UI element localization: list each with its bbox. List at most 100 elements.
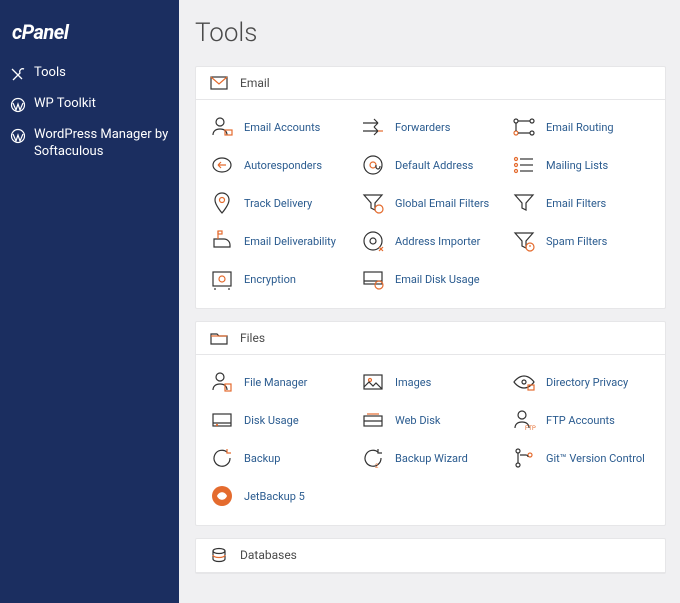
funnel-icon — [512, 191, 536, 215]
mailbox-icon — [210, 229, 234, 253]
tile-jetbackup[interactable]: JetBackup 5 — [206, 477, 353, 515]
tile-track-delivery[interactable]: Track Delivery — [206, 184, 353, 222]
tile-git-version-control[interactable]: Git™ Version Control — [508, 439, 655, 477]
sidebar-item-label: WordPress Manager by Softaculous — [34, 127, 169, 161]
tile-label: Email Routing — [546, 121, 614, 134]
git-branch-icon — [512, 446, 536, 470]
tile-email-filters[interactable]: Email Filters — [508, 184, 655, 222]
sidebar-item-tools[interactable]: Tools — [0, 58, 179, 89]
eye-lock-icon — [512, 370, 536, 394]
circular-arrow-icon — [210, 446, 234, 470]
tile-directory-privacy[interactable]: Directory Privacy — [508, 363, 655, 401]
tile-spam-filters[interactable]: Spam Filters — [508, 222, 655, 260]
list-icon — [512, 153, 536, 177]
tile-disk-usage[interactable]: Disk Usage — [206, 401, 353, 439]
main-content: Tools Email Email Accounts — [179, 0, 680, 603]
wordpress-icon — [10, 97, 26, 113]
tile-email-routing[interactable]: Email Routing — [508, 108, 655, 146]
svg-text:FTP: FTP — [525, 425, 536, 432]
tile-label: Mailing Lists — [546, 159, 608, 172]
at-icon — [361, 153, 385, 177]
tile-label: Spam Filters — [546, 235, 607, 248]
panel-databases: Databases — [195, 538, 666, 574]
user-file-icon — [210, 370, 234, 394]
tile-label: Email Accounts — [244, 121, 320, 134]
sidebar-item-label: Tools — [34, 65, 66, 82]
pin-icon — [210, 191, 234, 215]
sidebar-item-wordpress-manager[interactable]: WordPress Manager by Softaculous — [0, 120, 179, 168]
tile-label: Autoresponders — [244, 159, 322, 172]
tile-label: Images — [395, 376, 431, 389]
tile-encryption[interactable]: Encryption — [206, 260, 353, 298]
tile-label: Email Filters — [546, 197, 606, 210]
tile-autoresponders[interactable]: Autoresponders — [206, 146, 353, 184]
safe-icon — [210, 267, 234, 291]
brand-logo: cPanel — [0, 8, 179, 58]
tile-backup-wizard[interactable]: 2 Backup Wizard — [357, 439, 504, 477]
tile-ftp-accounts[interactable]: FTP FTP Accounts — [508, 401, 655, 439]
tile-email-disk-usage[interactable]: Email Disk Usage — [357, 260, 504, 298]
tile-label: Directory Privacy — [546, 376, 628, 389]
sidebar-item-wp-toolkit[interactable]: WP Toolkit — [0, 89, 179, 120]
funnel-globe-icon — [361, 191, 385, 215]
sidebar: cPanel Tools WP Toolkit WordPress Manage… — [0, 0, 179, 603]
funnel-warn-icon — [512, 229, 536, 253]
tile-label: Global Email Filters — [395, 197, 489, 210]
tile-web-disk[interactable]: Web Disk — [357, 401, 504, 439]
tile-label: Forwarders — [395, 121, 450, 134]
reply-icon — [210, 153, 234, 177]
panel-title: Files — [240, 331, 265, 345]
jetbackup-icon — [210, 484, 234, 508]
tile-label: Email Disk Usage — [395, 273, 480, 286]
arrows-icon — [361, 115, 385, 139]
tile-backup[interactable]: Backup — [206, 439, 353, 477]
tools-icon — [10, 66, 26, 82]
disk-clock-icon — [361, 267, 385, 291]
tile-file-manager[interactable]: File Manager — [206, 363, 353, 401]
tile-label: Disk Usage — [244, 414, 299, 427]
disk-icon — [210, 408, 234, 432]
ftp-icon: FTP — [512, 408, 536, 432]
page-title: Tools — [195, 18, 666, 48]
tile-label: Email Deliverability — [244, 235, 336, 248]
panel-title: Databases — [240, 548, 297, 562]
wordpress-icon — [10, 128, 26, 144]
panel-email-header[interactable]: Email — [196, 67, 665, 100]
panel-files-body: File Manager Images Directory Privacy Di… — [196, 355, 665, 525]
tile-label: Encryption — [244, 273, 296, 286]
tile-label: Track Delivery — [244, 197, 312, 210]
panel-databases-header[interactable]: Databases — [196, 539, 665, 573]
routing-icon — [512, 115, 536, 139]
tile-email-accounts[interactable]: Email Accounts — [206, 108, 353, 146]
tile-mailing-lists[interactable]: Mailing Lists — [508, 146, 655, 184]
tile-label: Backup — [244, 452, 280, 465]
panel-files-header[interactable]: Files — [196, 322, 665, 355]
user-icon — [210, 115, 234, 139]
tile-label: Address Importer — [395, 235, 480, 248]
database-icon — [210, 548, 228, 562]
folder-icon — [210, 331, 228, 345]
tile-images[interactable]: Images — [357, 363, 504, 401]
tile-email-deliverability[interactable]: Email Deliverability — [206, 222, 353, 260]
tile-forwarders[interactable]: Forwarders — [357, 108, 504, 146]
panel-email: Email Email Accounts Forwarders Email Ro… — [195, 66, 666, 309]
tile-label: FTP Accounts — [546, 414, 615, 427]
email-icon — [210, 76, 228, 90]
tile-address-importer[interactable]: Address Importer — [357, 222, 504, 260]
tile-label: Git™ Version Control — [546, 452, 645, 465]
panel-title: Email — [240, 76, 270, 90]
tile-label: Backup Wizard — [395, 452, 468, 465]
tile-label: Web Disk — [395, 414, 440, 427]
panel-files: Files File Manager Images Directory Priv… — [195, 321, 666, 526]
at-import-icon — [361, 229, 385, 253]
sidebar-item-label: WP Toolkit — [34, 96, 96, 113]
drive-icon — [361, 408, 385, 432]
panel-email-body: Email Accounts Forwarders Email Routing … — [196, 100, 665, 308]
tile-default-address[interactable]: Default Address — [357, 146, 504, 184]
tile-label: File Manager — [244, 376, 307, 389]
tile-global-email-filters[interactable]: Global Email Filters — [357, 184, 504, 222]
tile-label: Default Address — [395, 159, 473, 172]
image-icon — [361, 370, 385, 394]
tile-label: JetBackup 5 — [244, 490, 305, 503]
wizard-icon: 2 — [361, 446, 385, 470]
